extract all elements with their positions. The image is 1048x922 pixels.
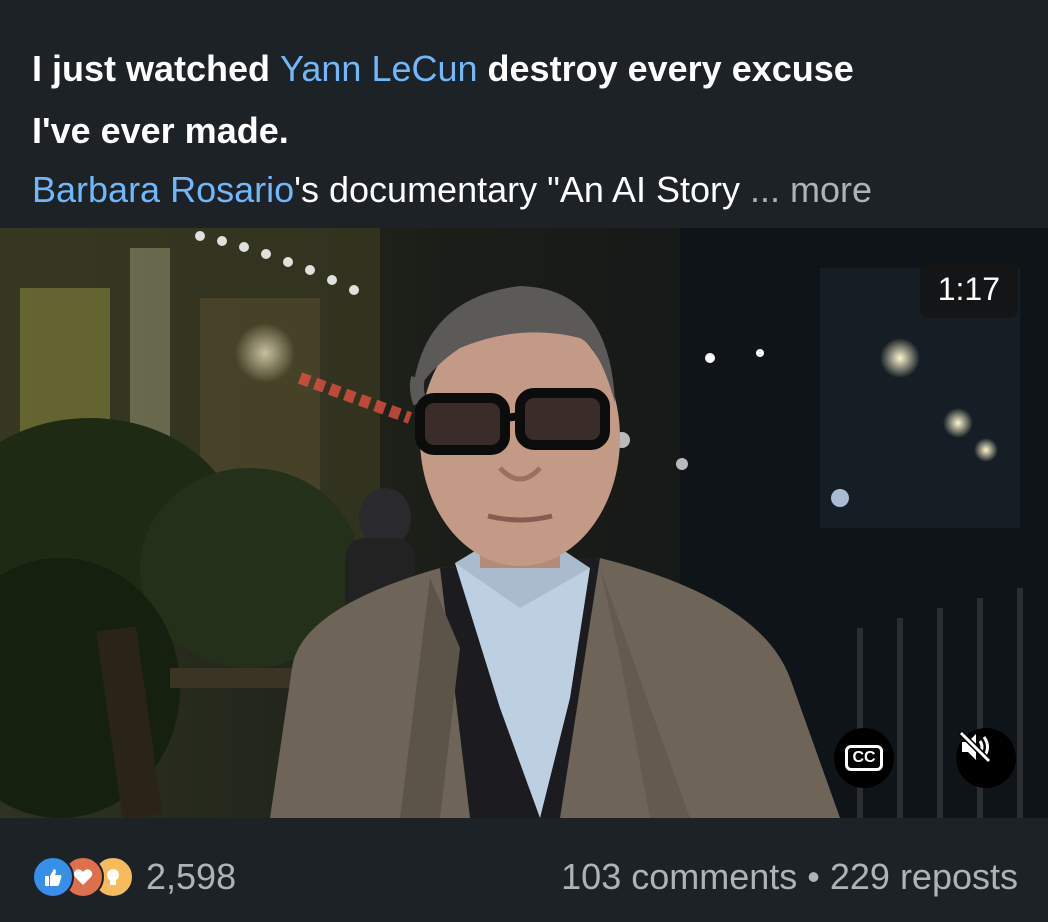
stats-separator: •: [797, 856, 830, 897]
post-headline: I just watched Yann LeCun destroy every …: [32, 38, 1022, 162]
post-text: I just watched Yann LeCun destroy every …: [32, 38, 1022, 218]
reaction-count[interactable]: 2,598: [146, 856, 236, 898]
mention-yann-lecun[interactable]: Yann LeCun: [280, 48, 478, 89]
video-player[interactable]: 1:17 CC: [0, 228, 1048, 818]
like-icon: [32, 856, 74, 898]
reactions-summary[interactable]: [32, 856, 142, 898]
social-counts-bar: 2,598 103 comments • 229 reposts: [0, 818, 1048, 922]
reposts-count-link[interactable]: 229 reposts: [830, 856, 1018, 897]
body-preview-text: 's documentary "An AI Story: [294, 169, 750, 210]
unmute-button[interactable]: [956, 728, 1016, 788]
headline-text-3: I've ever made.: [32, 110, 289, 151]
mention-barbara-rosario[interactable]: Barbara Rosario: [32, 169, 294, 210]
cc-icon: CC: [845, 745, 883, 771]
headline-text-2: destroy every excuse: [477, 48, 854, 89]
comments-count-link[interactable]: 103 comments: [561, 856, 797, 897]
engagement-stats: 103 comments • 229 reposts: [561, 856, 1018, 898]
video-frame: [0, 228, 1048, 818]
closed-captions-button[interactable]: CC: [834, 728, 894, 788]
post-body-preview: Barbara Rosario's documentary "An AI Sto…: [32, 162, 1022, 218]
headline-text-1: I just watched: [32, 48, 281, 89]
see-more-link[interactable]: ... more: [750, 169, 872, 210]
video-duration-badge: 1:17: [919, 261, 1018, 318]
speaker-muted-icon: [958, 730, 992, 764]
